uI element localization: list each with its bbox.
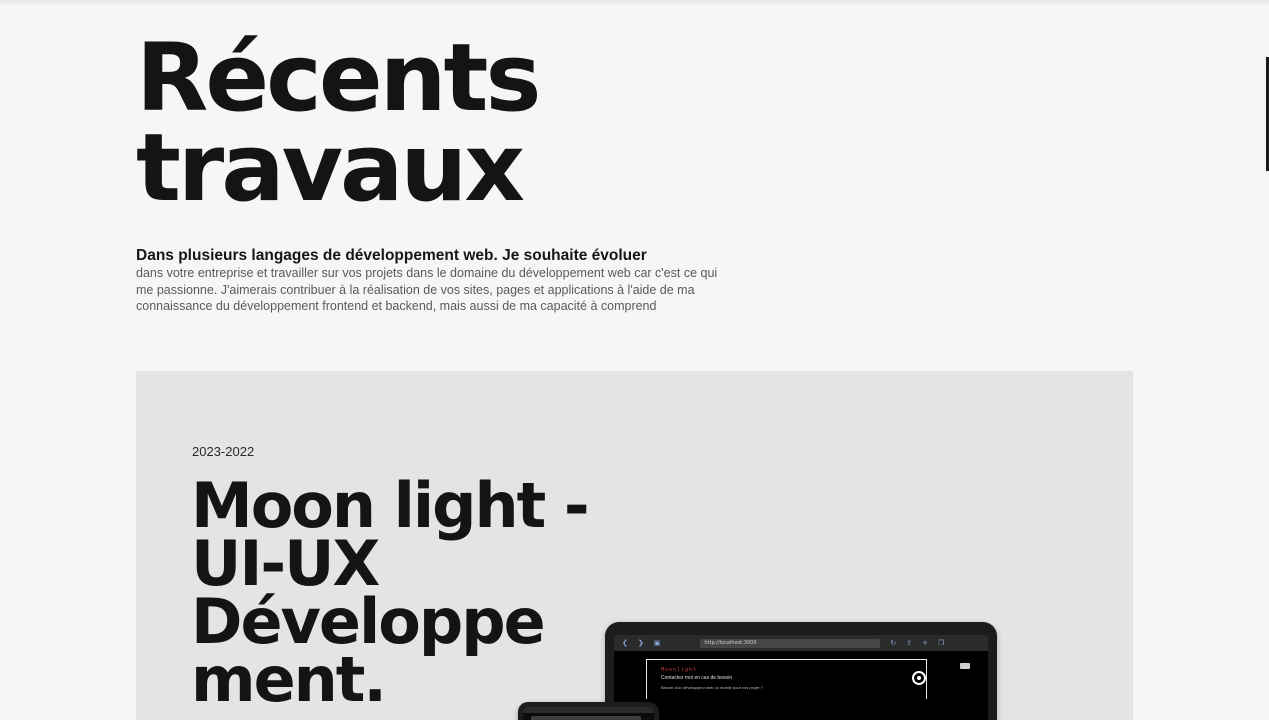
mockup-heading: Contactez moi en cas de besoin	[661, 675, 733, 681]
section-title: Récents travaux	[136, 24, 541, 223]
screen-frame-right	[926, 659, 927, 699]
share-icon: ⇧	[906, 639, 913, 647]
project-title-line-4: ment.	[191, 643, 387, 716]
phone-status-bar	[523, 707, 654, 713]
phone-url-bar	[531, 716, 641, 720]
laptop-screen: ❮ ❯ ▣ http://localhost:3000 ↻ ⇧ + ❐ Moon…	[614, 635, 988, 720]
project-title[interactable]: Moon light - UI-UX Développe ment.	[191, 475, 651, 716]
screen-frame-top	[646, 659, 926, 660]
project-years: 2023-2022	[192, 444, 255, 459]
project-card[interactable]: 2023-2022 Moon light - UI-UX Développe m…	[136, 371, 1133, 720]
intro-body: dans votre entreprise et travailler sur …	[136, 266, 718, 313]
page: Récents travaux Dans plusieurs langages …	[0, 0, 1269, 720]
screen-frame-left	[646, 659, 647, 699]
intro-lead: Dans plusieurs langages de développement…	[136, 247, 647, 264]
new-tab-icon: +	[922, 639, 928, 647]
mockup-brand: Moonlight	[661, 667, 698, 673]
browser-url-bar: http://localhost:3000	[700, 638, 881, 648]
section-title-line-2: travaux	[136, 114, 525, 223]
mockup-subtext: Besoin d'un développeur web ou mobile po…	[661, 685, 763, 690]
browser-toolbar: ❮ ❯ ▣ http://localhost:3000 ↻ ⇧ + ❐	[614, 635, 988, 651]
back-icon: ❮	[622, 639, 628, 647]
tabs-icon: ❐	[938, 639, 945, 647]
record-icon	[912, 671, 926, 685]
menu-icon	[960, 663, 970, 669]
section-title-line-1: Récents	[136, 24, 541, 133]
phone-screen	[523, 707, 654, 720]
top-shadow	[0, 0, 1269, 6]
forward-icon: ❯	[637, 639, 644, 647]
phone-mockup	[518, 702, 659, 720]
sidebar-icon: ▣	[653, 639, 661, 647]
browser-url: http://localhost:3000	[704, 640, 757, 646]
laptop-mockup: ❮ ❯ ▣ http://localhost:3000 ↻ ⇧ + ❐ Moon…	[605, 622, 997, 720]
reload-icon: ↻	[890, 639, 897, 647]
